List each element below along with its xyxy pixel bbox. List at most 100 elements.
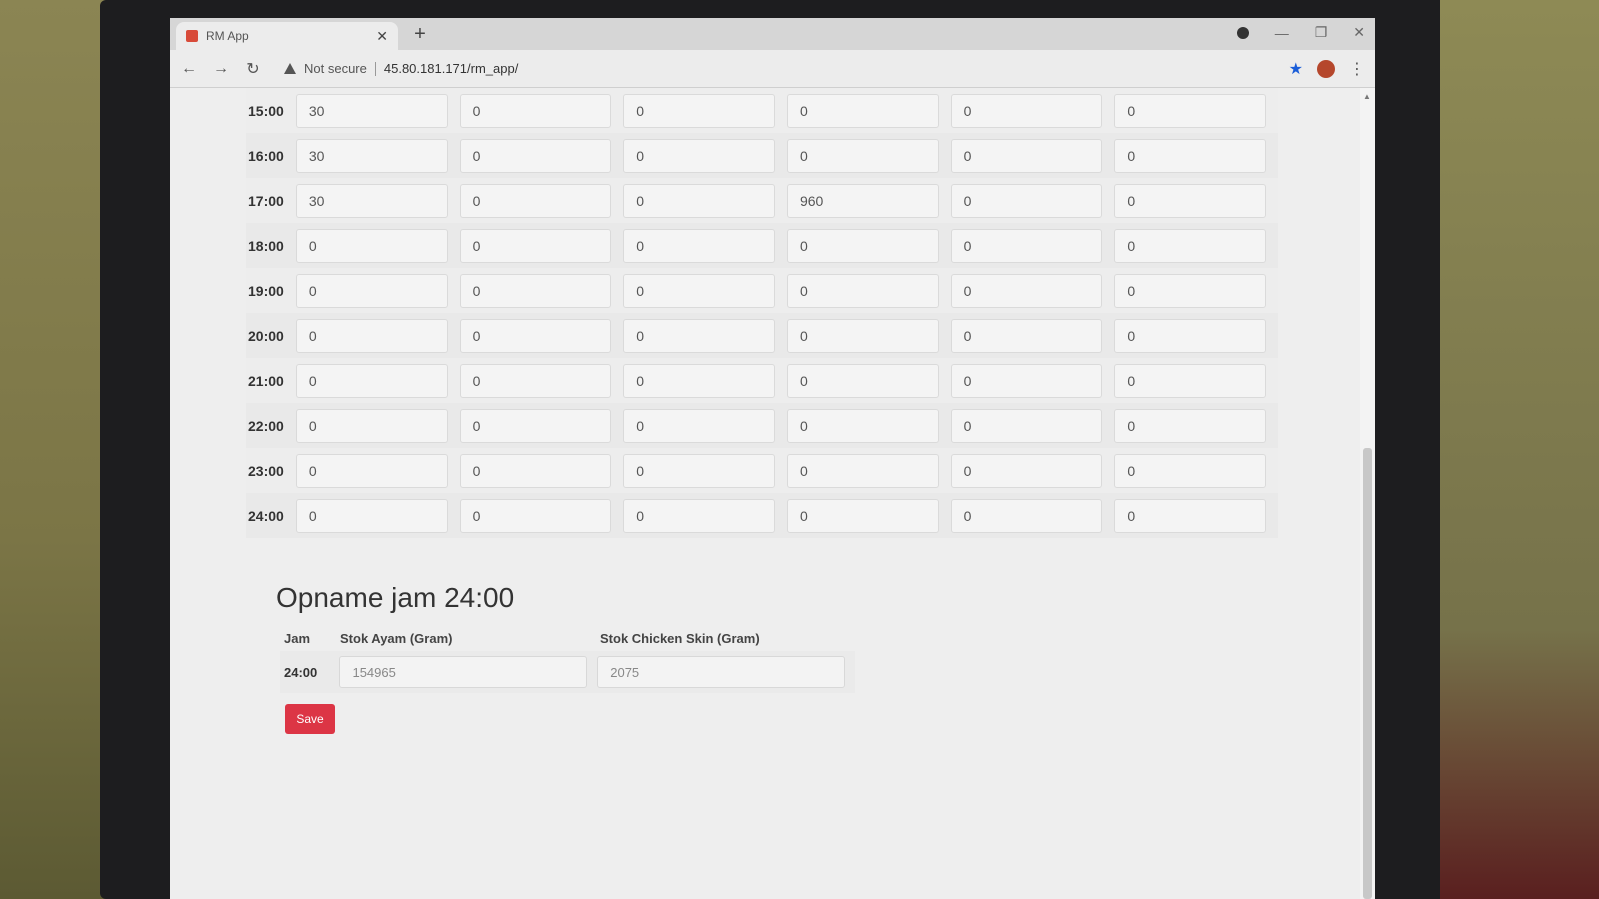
- profile-icon[interactable]: [1317, 59, 1335, 78]
- value-input[interactable]: 0: [295, 318, 448, 353]
- hour-label: 20:00: [248, 327, 284, 344]
- menu-icon[interactable]: ⋮: [1349, 59, 1365, 79]
- opname-row: 24:00 154965 2075: [280, 651, 855, 693]
- value-input[interactable]: 0: [459, 363, 612, 398]
- value-input[interactable]: 0: [950, 363, 1103, 398]
- hour-label: 15:00: [248, 102, 284, 119]
- value-input[interactable]: 0: [295, 453, 448, 488]
- value-input[interactable]: 0: [623, 498, 775, 533]
- grid-row: 15:00 30 0 0 0 0 0: [246, 88, 1278, 133]
- minimize-button[interactable]: —: [1275, 25, 1289, 41]
- value-input[interactable]: 0: [1114, 363, 1267, 398]
- address-bar[interactable]: Not secure 45.80.181.171/rm_app/: [276, 55, 1275, 83]
- bookmark-star-icon[interactable]: ★: [1289, 59, 1303, 79]
- hour-label: 22:00: [248, 417, 284, 434]
- value-input[interactable]: 0: [786, 408, 939, 443]
- value-input[interactable]: 0: [459, 408, 612, 443]
- value-input[interactable]: 0: [623, 138, 775, 173]
- url-text: 45.80.181.171/rm_app/: [383, 61, 519, 76]
- scrollbar[interactable]: ▲: [1360, 88, 1375, 899]
- value-input[interactable]: 0: [786, 273, 939, 308]
- value-input[interactable]: 960: [786, 183, 939, 218]
- hour-label: 24:00: [248, 507, 284, 524]
- value-input[interactable]: 0: [623, 453, 775, 488]
- value-input[interactable]: 0: [1114, 138, 1267, 173]
- value-input[interactable]: 0: [950, 228, 1103, 263]
- value-input[interactable]: 0: [786, 453, 939, 488]
- header-stok-chicken-skin: Stok Chicken Skin (Gram): [600, 630, 760, 646]
- value-input[interactable]: 0: [1114, 408, 1267, 443]
- tab-bar: RM App ✕ + — ❐ ✕: [170, 18, 1375, 50]
- value-input[interactable]: 0: [786, 93, 939, 128]
- value-input[interactable]: 0: [1114, 183, 1267, 218]
- favicon-icon: [186, 30, 198, 42]
- grid-row: 20:00 0 0 0 0 0 0: [246, 313, 1278, 358]
- header-jam: Jam: [284, 630, 311, 646]
- save-button[interactable]: Save: [285, 704, 335, 734]
- forward-icon[interactable]: →: [212, 60, 230, 78]
- browser-toolbar: ← → ↻ Not secure 45.80.181.171/rm_app/ ★…: [170, 50, 1375, 88]
- value-input[interactable]: 0: [459, 273, 612, 308]
- scroll-up-icon[interactable]: ▲: [1363, 92, 1371, 101]
- tab-title: RM App: [206, 29, 249, 43]
- value-input[interactable]: 0: [950, 138, 1103, 173]
- new-tab-button[interactable]: +: [408, 22, 432, 46]
- value-input[interactable]: 0: [786, 318, 939, 353]
- value-input[interactable]: 30: [295, 183, 448, 218]
- value-input[interactable]: 0: [1114, 93, 1267, 128]
- value-input[interactable]: 0: [786, 228, 939, 263]
- value-input[interactable]: 0: [623, 318, 775, 353]
- value-input[interactable]: 0: [459, 318, 612, 353]
- value-input[interactable]: 30: [295, 93, 448, 128]
- close-tab-icon[interactable]: ✕: [376, 28, 388, 45]
- value-input[interactable]: 0: [459, 183, 612, 218]
- value-input[interactable]: 0: [295, 363, 448, 398]
- grid-row: 21:00 0 0 0 0 0 0: [246, 358, 1278, 403]
- value-input[interactable]: 0: [950, 93, 1103, 128]
- value-input[interactable]: 0: [1114, 273, 1267, 308]
- value-input[interactable]: 0: [623, 183, 775, 218]
- value-input[interactable]: 0: [950, 408, 1103, 443]
- grid-row: 24:00 0 0 0 0 0 0: [246, 493, 1278, 538]
- grid-row: 23:00 0 0 0 0 0 0: [246, 448, 1278, 493]
- value-input[interactable]: 0: [786, 498, 939, 533]
- value-input[interactable]: 0: [1114, 498, 1267, 533]
- value-input[interactable]: 0: [295, 228, 448, 263]
- value-input[interactable]: 0: [1114, 318, 1267, 353]
- account-icon[interactable]: [1236, 26, 1249, 39]
- value-input[interactable]: 0: [295, 498, 448, 533]
- value-input[interactable]: 30: [295, 138, 448, 173]
- scroll-thumb[interactable]: [1363, 448, 1372, 899]
- opname-jam: 24:00: [284, 664, 318, 680]
- value-input[interactable]: 0: [623, 273, 775, 308]
- value-input[interactable]: 0: [459, 228, 612, 263]
- browser-tab[interactable]: RM App ✕: [176, 22, 398, 50]
- value-input[interactable]: 0: [950, 453, 1103, 488]
- stok-chicken-skin-input[interactable]: 2075: [597, 656, 845, 688]
- value-input[interactable]: 0: [459, 498, 612, 533]
- background-wall-right: [1440, 0, 1599, 899]
- value-input[interactable]: 0: [295, 273, 448, 308]
- value-input[interactable]: 0: [1114, 228, 1267, 263]
- close-window-button[interactable]: ✕: [1353, 24, 1365, 41]
- value-input[interactable]: 0: [459, 453, 612, 488]
- value-input[interactable]: 0: [623, 363, 775, 398]
- hour-label: 16:00: [248, 147, 284, 164]
- back-icon[interactable]: ←: [180, 60, 198, 78]
- value-input[interactable]: 0: [950, 318, 1103, 353]
- value-input[interactable]: 0: [295, 408, 448, 443]
- value-input[interactable]: 0: [1114, 453, 1267, 488]
- value-input[interactable]: 0: [459, 93, 612, 128]
- value-input[interactable]: 0: [950, 183, 1103, 218]
- value-input[interactable]: 0: [786, 138, 939, 173]
- value-input[interactable]: 0: [459, 138, 612, 173]
- stok-ayam-input[interactable]: 154965: [339, 656, 588, 688]
- restore-button[interactable]: ❐: [1315, 24, 1328, 41]
- value-input[interactable]: 0: [950, 273, 1103, 308]
- value-input[interactable]: 0: [623, 408, 775, 443]
- value-input[interactable]: 0: [623, 228, 775, 263]
- value-input[interactable]: 0: [623, 93, 775, 128]
- reload-icon[interactable]: ↻: [244, 59, 262, 79]
- value-input[interactable]: 0: [786, 363, 939, 398]
- value-input[interactable]: 0: [950, 498, 1103, 533]
